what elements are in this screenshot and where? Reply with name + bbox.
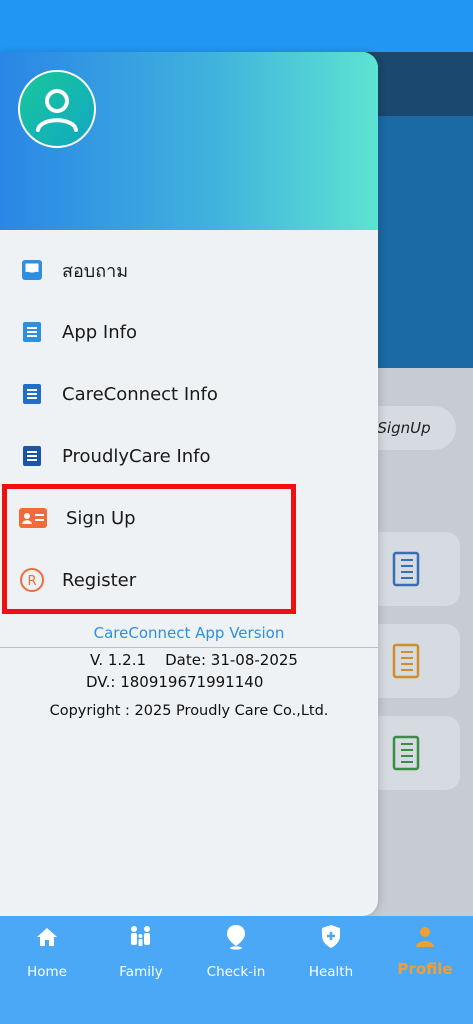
nav-label: Home — [27, 964, 67, 980]
menu-item-label: ProudlyCare Info — [62, 445, 211, 467]
avatar[interactable] — [18, 70, 96, 148]
nav-label: Family — [119, 964, 163, 980]
menu-item-label: App Info — [62, 321, 137, 343]
version-title: CareConnect App Version — [93, 624, 285, 642]
divider — [0, 647, 378, 648]
family-icon — [128, 924, 154, 950]
nav-label: Check-in — [206, 964, 266, 980]
version-date: V. 1.2.1 Date: 31-08-2025 — [90, 651, 298, 669]
highlight-annotation-box — [2, 484, 296, 614]
device-id: DV.: 180919671991140 — [86, 673, 264, 691]
nav-profile[interactable]: Profile — [378, 924, 472, 984]
nav-family[interactable]: Family — [94, 924, 188, 984]
menu-item-app-info[interactable]: App Info — [0, 302, 378, 362]
user-icon — [36, 89, 78, 132]
navigation-drawer: สอบถาม App Info CareConnect Info Proudly… — [0, 52, 378, 916]
home-icon — [34, 924, 60, 950]
document-icon — [20, 382, 44, 406]
nav-label: Profile — [397, 960, 453, 978]
nav-label: Health — [308, 964, 354, 980]
inbox-icon — [20, 258, 44, 282]
drawer-header — [0, 52, 378, 230]
menu-item-label: สอบถาม — [62, 260, 129, 282]
nav-check-in[interactable]: Check-in — [189, 924, 283, 984]
nav-home[interactable]: Home — [0, 924, 94, 984]
document-icon — [20, 444, 44, 468]
status-bar — [0, 0, 473, 52]
location-pin-icon — [223, 924, 249, 950]
shield-plus-icon — [318, 924, 344, 950]
person-icon — [412, 924, 438, 950]
bottom-navigation: Home Family Check-in Health Profile — [0, 916, 473, 1024]
menu-item-careconnect-info[interactable]: CareConnect Info — [0, 364, 378, 424]
document-icon — [20, 320, 44, 344]
menu-item-inquiry[interactable]: สอบถาม — [0, 240, 378, 300]
copyright: Copyright : 2025 Proudly Care Co.,Ltd. — [49, 703, 329, 719]
nav-health[interactable]: Health — [284, 924, 378, 984]
menu-item-label: CareConnect Info — [62, 383, 218, 405]
menu-item-proudlycare-info[interactable]: ProudlyCare Info — [0, 426, 378, 486]
